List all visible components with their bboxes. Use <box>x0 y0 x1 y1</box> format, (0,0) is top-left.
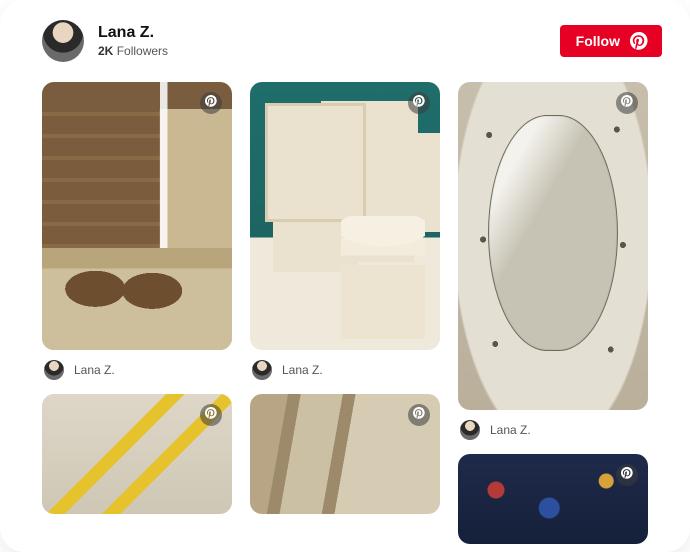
follow-button[interactable]: Follow <box>560 25 662 57</box>
display-name: Lana Z. <box>98 24 168 42</box>
save-pin-button[interactable] <box>616 92 638 114</box>
pinterest-icon <box>205 94 217 112</box>
pin[interactable]: Lana Z. <box>250 82 440 380</box>
pin[interactable] <box>250 394 440 514</box>
author-name: Lana Z. <box>490 423 531 437</box>
save-pin-button[interactable] <box>408 92 430 114</box>
followers-label: Followers <box>117 44 168 58</box>
pin[interactable]: Lana Z. <box>42 82 232 380</box>
save-pin-button[interactable] <box>616 464 638 486</box>
pin-image <box>458 82 648 410</box>
pinterest-icon <box>413 406 425 424</box>
save-pin-button[interactable] <box>200 404 222 426</box>
pinterest-icon <box>621 466 633 484</box>
pin-image <box>250 394 440 514</box>
follower-count: 2K <box>98 44 113 58</box>
pinterest-icon <box>205 406 217 424</box>
pin[interactable]: Lana Z. <box>458 82 648 440</box>
pin-image <box>42 82 232 350</box>
pinterest-icon <box>621 94 633 112</box>
pin-attribution[interactable]: Lana Z. <box>458 420 648 440</box>
pin-attribution[interactable]: Lana Z. <box>250 360 440 380</box>
author-name: Lana Z. <box>74 363 115 377</box>
follower-line: 2K Followers <box>98 44 168 58</box>
pin[interactable] <box>42 394 232 514</box>
pin-grid: Lana Z. <box>0 74 690 552</box>
pin-image <box>250 82 440 350</box>
pin-image <box>458 454 648 544</box>
author-avatar <box>460 420 480 440</box>
save-pin-button[interactable] <box>200 92 222 114</box>
name-block: Lana Z. 2K Followers <box>98 24 168 58</box>
pin-attribution[interactable]: Lana Z. <box>42 360 232 380</box>
follow-label: Follow <box>576 33 620 49</box>
avatar[interactable] <box>42 20 84 62</box>
author-avatar <box>252 360 272 380</box>
author-name: Lana Z. <box>282 363 323 377</box>
profile-card: Lana Z. 2K Followers Follow <box>0 0 690 552</box>
author-avatar <box>44 360 64 380</box>
pin-image <box>42 394 232 514</box>
profile-header: Lana Z. 2K Followers Follow <box>0 0 690 74</box>
pinterest-icon <box>413 94 425 112</box>
pinterest-icon <box>630 32 648 50</box>
save-pin-button[interactable] <box>408 404 430 426</box>
pin[interactable] <box>458 454 648 544</box>
